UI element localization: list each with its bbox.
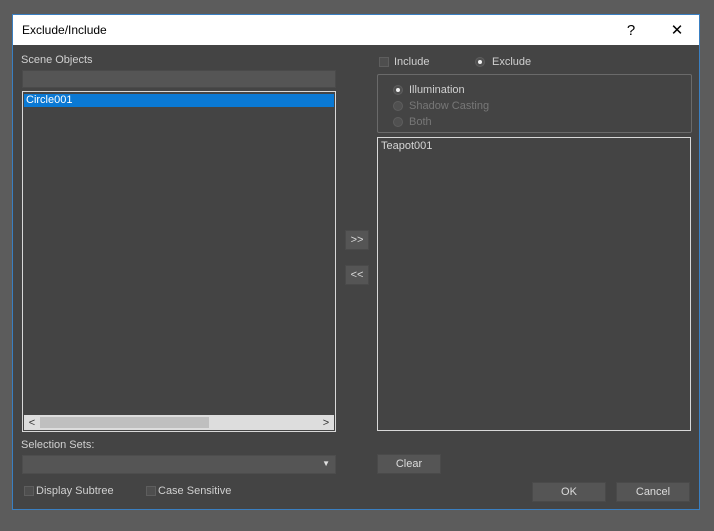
both-label: Both xyxy=(409,116,432,128)
title-bar: Exclude/Include ? ✕ xyxy=(13,15,699,45)
scene-objects-filter-input[interactable] xyxy=(22,70,336,88)
shadow-casting-radio[interactable] xyxy=(393,101,403,111)
include-label: Include xyxy=(394,56,430,68)
include-checkbox[interactable] xyxy=(379,57,389,67)
ok-button[interactable]: OK xyxy=(532,482,606,502)
scene-objects-label: Scene Objects xyxy=(21,54,93,66)
selection-sets-dropdown[interactable]: ▼ xyxy=(22,455,336,474)
exclude-label: Exclude xyxy=(492,56,532,68)
add-to-list-button[interactable]: >> xyxy=(345,230,369,250)
scene-objects-list[interactable]: Circle001 < > xyxy=(22,91,336,432)
scroll-right-icon[interactable]: > xyxy=(318,415,334,430)
clear-button[interactable]: Clear xyxy=(377,454,441,474)
scrollbar-thumb[interactable] xyxy=(40,417,209,428)
help-button[interactable]: ? xyxy=(608,15,654,45)
remove-from-list-button[interactable]: << xyxy=(345,265,369,285)
scroll-left-icon[interactable]: < xyxy=(24,415,40,430)
chevron-down-icon: ▼ xyxy=(322,459,330,468)
case-sensitive-checkbox[interactable] xyxy=(146,486,156,496)
light-type-group: Illumination Shadow Casting Both xyxy=(377,74,692,133)
close-button[interactable]: ✕ xyxy=(654,15,700,45)
excluded-objects-list[interactable]: Teapot001 xyxy=(377,137,691,431)
display-subtree-label: Display Subtree xyxy=(36,485,114,497)
display-subtree-checkbox[interactable] xyxy=(24,486,34,496)
shadow-casting-label: Shadow Casting xyxy=(409,100,490,112)
illumination-label: Illumination xyxy=(409,84,465,96)
horizontal-scrollbar[interactable]: < > xyxy=(24,415,334,430)
exclude-include-dialog: Exclude/Include ? ✕ Scene Objects Circle… xyxy=(12,14,700,510)
case-sensitive-label: Case Sensitive xyxy=(158,485,232,497)
cancel-button[interactable]: Cancel xyxy=(616,482,690,502)
selection-sets-label: Selection Sets: xyxy=(21,439,95,451)
list-item[interactable]: Circle001 xyxy=(24,94,334,107)
both-radio[interactable] xyxy=(393,117,403,127)
exclude-radio[interactable] xyxy=(475,57,485,67)
dialog-title: Exclude/Include xyxy=(22,23,107,37)
illumination-radio[interactable] xyxy=(393,85,403,95)
list-item[interactable]: Teapot001 xyxy=(379,140,689,153)
